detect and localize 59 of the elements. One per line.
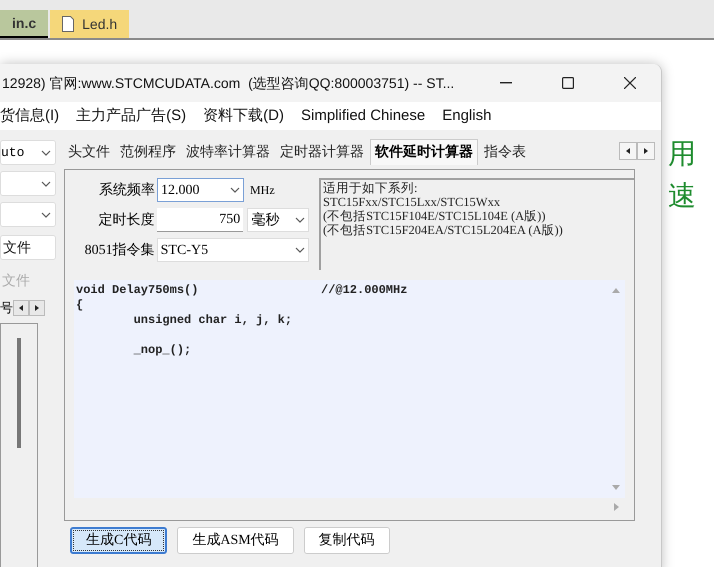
code-comment: //@12.000MHz <box>321 282 408 297</box>
maximize-icon[interactable] <box>562 77 574 89</box>
window-title: 12928) 官网:www.STCMCUDATA.com (选型咨询QQ:800003751) -- ST... <box>1 74 456 93</box>
tab[interactable]: 波特率计算器 <box>182 139 274 165</box>
code-line: { <box>76 297 84 312</box>
info-text: (不包括STC15F104E/STC15L104E (A版)) <box>323 209 546 223</box>
tab[interactable]: 指令表 <box>480 139 530 165</box>
list-box[interactable] <box>0 323 38 567</box>
tab[interactable]: 软件延时计算器 <box>370 139 478 165</box>
instruction-set-select[interactable]: STC-Y5 <box>156 238 309 262</box>
frequency-select[interactable]: 12.000 <box>157 178 244 202</box>
field-label: 8051指令集 <box>84 242 156 260</box>
tab[interactable]: 定时器计算器 <box>276 139 368 165</box>
chevron-down-icon <box>41 150 51 156</box>
chevron-down-icon <box>41 212 51 218</box>
menu-item[interactable]: 资料下载(D) <box>203 104 284 128</box>
file-button[interactable]: 文件 <box>0 235 56 260</box>
editor-tab[interactable]: Led.h <box>50 10 130 38</box>
menu-item[interactable]: English <box>442 104 492 128</box>
arrow-right-icon <box>35 305 39 311</box>
background-text: 速 <box>668 179 696 213</box>
arrow-left-icon <box>19 305 23 311</box>
background-text: 用 <box>668 137 696 171</box>
tab[interactable]: 头文件 <box>64 139 114 165</box>
code-line: _nop_(); <box>132 342 192 357</box>
next-button[interactable] <box>29 300 45 316</box>
mode-select[interactable]: uto <box>0 140 56 165</box>
chevron-down-icon <box>41 180 51 186</box>
menu-item[interactable]: Simplified Chinese <box>301 104 426 128</box>
file-icon <box>62 16 74 32</box>
code-line: void Delay750ms() <box>76 282 200 297</box>
code-line: unsigned char i, j, k; <box>132 312 294 327</box>
length-field[interactable]: 750 <box>156 208 244 232</box>
generate-button[interactable]: 复制代码 <box>304 527 390 554</box>
field-label: 系统频率 <box>98 181 156 200</box>
editor-tab[interactable]: in.c <box>0 10 48 38</box>
field-label: 定时长度 <box>98 211 156 230</box>
info-text: 适用于如下系列: <box>323 181 418 195</box>
chevron-down-icon <box>295 247 305 253</box>
unit-label: MHz <box>249 182 275 199</box>
previous-button[interactable] <box>619 142 637 160</box>
close-icon[interactable] <box>624 77 636 89</box>
tab[interactable]: 范例程序 <box>116 139 180 165</box>
menu-item[interactable]: 主力产品广告(S) <box>76 104 186 128</box>
chevron-down-icon <box>295 217 305 223</box>
generate-button[interactable]: 生成ASM代码 <box>177 527 294 554</box>
next-button[interactable] <box>637 142 655 160</box>
scrollbar-thumb[interactable] <box>17 338 21 448</box>
arrow-right-icon <box>644 148 648 154</box>
info-text: (不包括STC15F204EA/STC15L204EA (A版)) <box>323 223 564 237</box>
menu-item[interactable]: 货信息(I) <box>0 104 60 128</box>
arrow-left-icon <box>626 148 630 154</box>
minimize-icon[interactable] <box>500 82 512 84</box>
info-text: STC15Fxx/STC15Lxx/STC15Wxx <box>323 195 502 209</box>
unit-select[interactable]: 毫秒 <box>247 208 309 232</box>
previous-button[interactable] <box>13 300 29 316</box>
generate-button[interactable]: 生成C代码 <box>70 527 168 554</box>
chevron-down-icon <box>230 187 240 193</box>
pager-label: 号 <box>0 299 13 318</box>
